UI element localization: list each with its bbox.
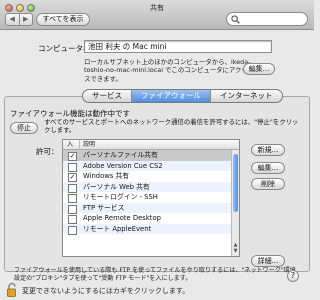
lock-open-icon[interactable] [6, 282, 20, 300]
table-row[interactable]: FTP サービス [63, 202, 233, 214]
column-header-description[interactable]: 説明 [79, 140, 95, 149]
table-row[interactable]: Apple Remote Desktop [63, 213, 233, 224]
back-arrow-icon[interactable]: ◀ [6, 14, 19, 25]
stop-firewall-button[interactable]: 停止 [10, 122, 38, 134]
service-label: Windows 共有 [83, 172, 130, 180]
table-row[interactable]: リモート AppleEvent [63, 223, 233, 235]
table-row[interactable]: ✓ パーソナルファイル共有 [63, 150, 233, 161]
table-row[interactable]: ✓ Windows 共有 [63, 171, 233, 182]
table-row[interactable]: Adobe Version Cue CS2 [63, 160, 233, 172]
lock-instruction: 変更できないようにするにはカギをクリックします。 [22, 287, 190, 295]
computer-name-field[interactable]: 池田 利夫 の Mac mini [84, 40, 272, 53]
checkbox-unchecked[interactable] [68, 225, 77, 235]
table-row[interactable]: パーソナル Web 共有 [63, 181, 233, 193]
new-service-button[interactable]: 新規... [251, 144, 285, 156]
service-label: リモートログイン - SSH [83, 193, 158, 201]
edit-computer-name-button[interactable]: 編集... [243, 63, 275, 75]
table-header: 入 説明 [63, 140, 239, 150]
computer-address-description: ローカルサブネット上のほかのコンピュータから、ikeda-toshio-no-m… [84, 58, 251, 83]
forward-arrow-icon[interactable]: ▶ [18, 14, 33, 25]
allowed-services-table[interactable]: 入 説明 ✓ パーソナルファイル共有 Adobe Version Cue CS2 ✓ W… [62, 139, 240, 257]
tab-services[interactable]: サービス [83, 90, 131, 102]
scrollbar-thumb[interactable] [233, 154, 238, 212]
service-label: リモート AppleEvent [83, 224, 152, 233]
tab-internet[interactable]: インターネット [210, 90, 282, 102]
advanced-button[interactable]: 詳細... [251, 255, 285, 267]
show-all-button[interactable]: すべてを表示 [36, 13, 90, 26]
search-field[interactable] [226, 12, 308, 26]
magnifier-icon [231, 15, 240, 24]
column-header-on[interactable]: 入 [67, 140, 73, 149]
service-label: パーソナル Web 共有 [83, 182, 150, 191]
stop-description: すべてのサービスとポートへのネットワーク通信の着信を許可するには、"停止"をクリ… [44, 118, 299, 135]
delete-service-button[interactable]: 削除 [251, 178, 285, 190]
service-label: FTP サービス [83, 203, 125, 212]
back-forward-control[interactable]: ◀ ▶ [5, 13, 33, 26]
tab-bar: サービス ファイアウォール インターネット [82, 89, 283, 103]
help-button[interactable]: ? [287, 270, 299, 282]
service-label: パーソナルファイル共有 [83, 151, 158, 159]
edit-service-button[interactable]: 編集... [251, 162, 285, 174]
scroll-down-arrow-icon[interactable]: ▼ [233, 249, 238, 254]
table-row[interactable]: リモートログイン - SSH [63, 192, 233, 203]
service-label: Apple Remote Desktop [83, 214, 161, 222]
tab-firewall[interactable]: ファイアウォール [131, 90, 210, 102]
service-label: Adobe Version Cue CS2 [83, 161, 163, 170]
allow-label: 許可： [36, 147, 59, 156]
ftp-note: ファイアウォールを使用している際も FTP を使ってファイルをやり取りするには、… [14, 267, 296, 283]
